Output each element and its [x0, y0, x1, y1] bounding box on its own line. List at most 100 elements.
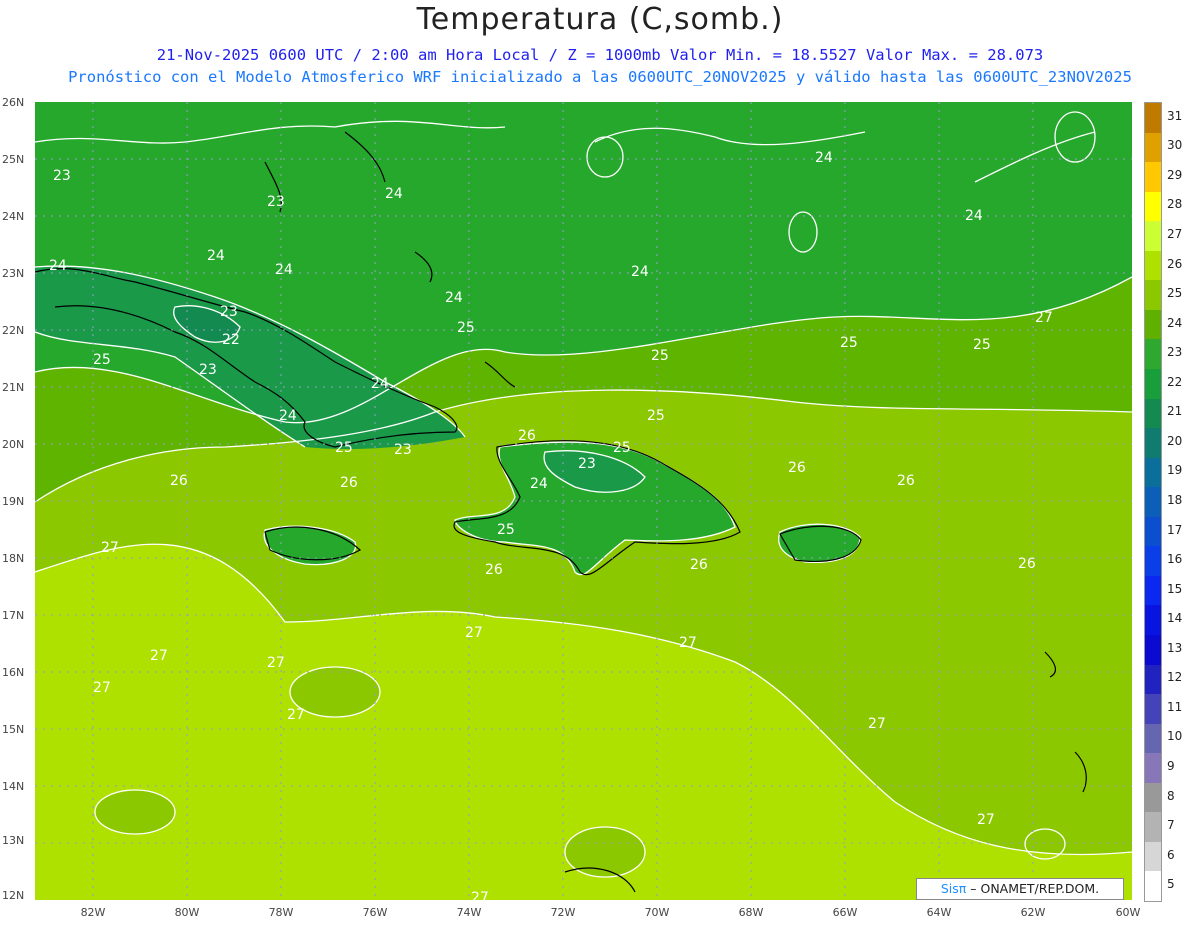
contour-label: 26	[485, 562, 503, 578]
map-title: Temperatura (C,somb.)	[416, 2, 784, 37]
colorbar-swatch	[1145, 457, 1161, 488]
lon-label: 66W	[832, 906, 858, 919]
contour-label: 24	[815, 150, 833, 166]
contour-label: 25	[497, 522, 515, 538]
colorbar-label: 9	[1167, 759, 1175, 773]
colorbar-label: 5	[1167, 877, 1175, 892]
colorbar-label: 24	[1167, 315, 1183, 330]
colorbar-label: 29	[1167, 167, 1183, 182]
lon-label: 68W	[738, 906, 764, 919]
contour-label: 27	[977, 812, 995, 828]
contour-label: 24	[965, 208, 983, 224]
colorbar-label: 31	[1167, 108, 1183, 123]
contour-label: 24	[445, 290, 463, 306]
colorbar-swatch	[1145, 162, 1161, 193]
colorbar-swatch	[1145, 309, 1161, 340]
colorbar-label: 7	[1167, 818, 1175, 833]
colorbar-label: 13	[1167, 640, 1183, 655]
lat-label: 26N	[2, 96, 25, 109]
colorbar-swatch	[1145, 191, 1161, 222]
colorbar-label: 12	[1167, 670, 1183, 685]
colorbar-label: 17	[1167, 522, 1183, 537]
contour-label: 24	[279, 408, 297, 424]
lat-label: 25N	[2, 153, 25, 166]
colorbar-label: 22	[1167, 374, 1183, 389]
colorbar-label: 21	[1167, 404, 1183, 419]
lat-label: 20N	[2, 438, 25, 451]
lon-label: 60W	[1115, 906, 1141, 919]
contour-label: 24	[275, 262, 293, 278]
lat-label: 23N	[2, 267, 25, 280]
lon-label: 80W	[174, 906, 200, 919]
colorbar-label: 27	[1167, 227, 1183, 241]
colorbar-swatch	[1145, 339, 1161, 370]
colorbar-swatch	[1145, 812, 1161, 843]
lat-label: 17N	[2, 609, 25, 622]
colorbar-swatch	[1145, 221, 1161, 252]
lat-label: 12N	[2, 889, 25, 902]
contour-label: 24	[631, 264, 649, 280]
contour-label: 27	[267, 655, 285, 671]
colorbar-label: 18	[1167, 493, 1183, 507]
contour-label: 27	[101, 540, 119, 556]
colorbar-swatch	[1145, 516, 1161, 547]
contour-label: 25	[457, 320, 475, 336]
temperature-colorbar	[1144, 102, 1162, 902]
contour-label: 23	[578, 456, 596, 472]
contour-label: 27	[93, 680, 111, 696]
contour-label: 26	[1018, 556, 1036, 572]
colorbar-label: 23	[1167, 345, 1183, 360]
contour-label: 25	[651, 348, 669, 364]
contour-label: 24	[530, 476, 548, 492]
colorbar-label: 14	[1167, 611, 1183, 626]
contour-label: 27	[465, 625, 483, 641]
contour-label: 25	[973, 337, 991, 353]
contour-label: 23	[199, 362, 217, 378]
temperature-map: 23 23 24 24 24 24 24 24 24 24 25 25 25 2…	[35, 102, 1132, 900]
colorbar-swatch	[1145, 635, 1161, 666]
lon-label: 62W	[1020, 906, 1046, 919]
colorbar-label: 16	[1167, 552, 1183, 567]
contour-label: 24	[49, 258, 67, 274]
lon-label: 64W	[926, 906, 952, 919]
colorbar-swatch	[1145, 723, 1161, 754]
colorbar-label: 25	[1167, 286, 1183, 301]
map-subtitle-valid-time: 21-Nov-2025 0600 UTC / 2:00 am Hora Loca…	[156, 46, 1044, 64]
contour-label: 24	[207, 248, 225, 264]
contour-label: 25	[840, 335, 858, 351]
colorbar-swatch	[1145, 782, 1161, 813]
colorbar-swatch	[1145, 546, 1161, 577]
colorbar-swatch	[1145, 280, 1161, 311]
colorbar-swatch	[1145, 428, 1161, 459]
colorbar-label: 15	[1167, 581, 1183, 596]
lon-label: 72W	[550, 906, 576, 919]
lon-label: 76W	[362, 906, 388, 919]
colorbar-label: 8	[1167, 788, 1175, 803]
contour-label: 26	[788, 460, 806, 476]
lon-label: 70W	[644, 906, 670, 919]
contour-label: 24	[385, 186, 403, 202]
colorbar-label: 11	[1167, 699, 1183, 714]
contour-label: 26	[897, 473, 915, 489]
contour-label: 27	[868, 716, 886, 732]
colorbar-swatch	[1145, 841, 1161, 872]
colorbar-swatch	[1145, 132, 1161, 163]
contour-label: 26	[170, 473, 188, 489]
map-subtitle-model-info: Pronóstico con el Modelo Atmosferico WRF…	[68, 68, 1132, 86]
colorbar-label: 28	[1167, 197, 1183, 212]
lat-label: 13N	[2, 834, 25, 847]
lat-label: 21N	[2, 381, 25, 394]
lat-label: 24N	[2, 210, 25, 223]
contour-label: 23	[53, 168, 71, 184]
lat-label: 19N	[2, 495, 25, 508]
contour-label: 22	[222, 332, 240, 348]
colorbar-swatch	[1145, 398, 1161, 429]
lat-label: 18N	[2, 552, 25, 565]
contour-label: 24	[371, 376, 389, 392]
colorbar-swatch	[1145, 103, 1161, 134]
colorbar-label: 10	[1167, 729, 1183, 744]
lat-label: 14N	[2, 780, 25, 793]
contour-label: 25	[335, 440, 353, 456]
contour-label: 23	[394, 442, 412, 458]
contour-label: 25	[93, 352, 111, 368]
